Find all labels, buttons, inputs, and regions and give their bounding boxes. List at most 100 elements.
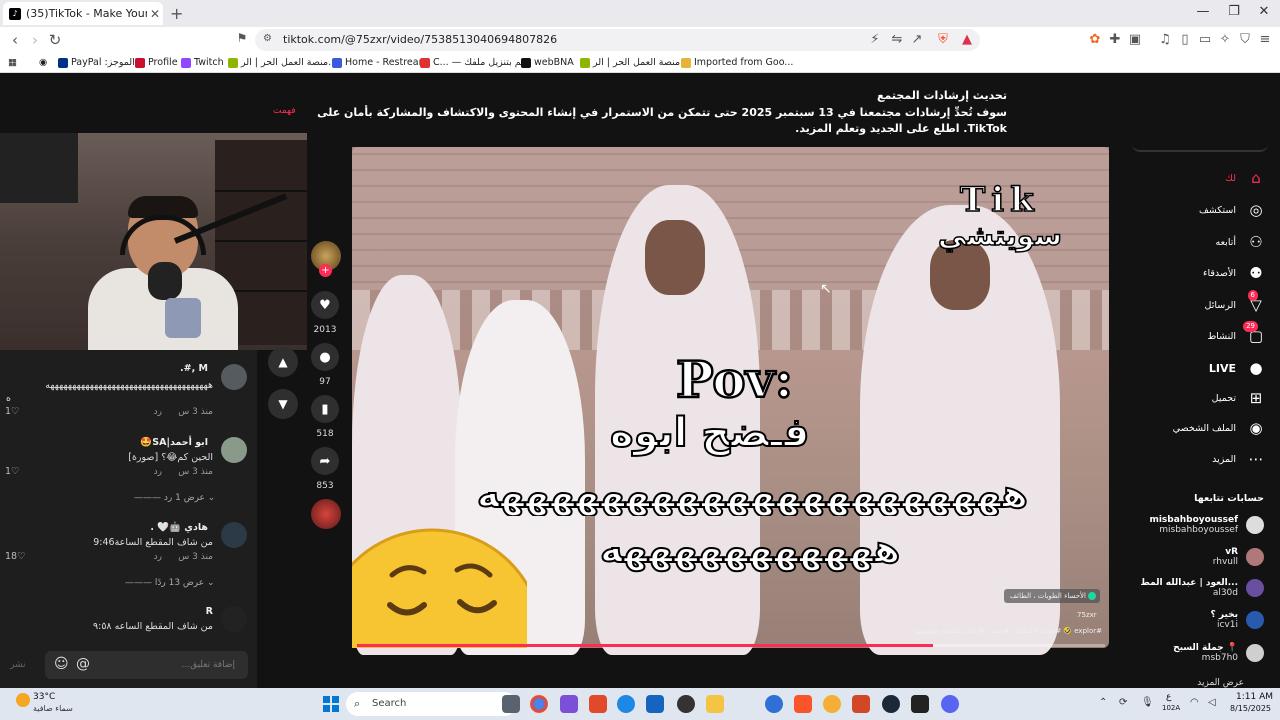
task-view-icon[interactable] [502,695,520,713]
steam-icon[interactable] [882,695,900,713]
comment-avatar[interactable] [221,437,247,463]
new-tab-button[interactable]: + [170,4,183,23]
apps-grid-icon[interactable]: ▦ [8,57,17,68]
bookmark-item[interactable]: Imported from Goo... [681,57,793,68]
mention-icon[interactable]: @ [76,656,90,672]
music-icon[interactable]: ♫ [1156,32,1174,47]
url-text[interactable]: tiktok.com/@75zxr/video/7538513040694807… [283,33,557,46]
sound-disc-icon[interactable] [311,499,341,529]
emoji-icon[interactable]: ☺ [54,656,69,672]
comment-author[interactable]: ابو أحمد|SA🤩 [140,437,208,448]
sidebar-item-1[interactable]: ◎ استكشف [1199,200,1266,220]
sidebar-item-0[interactable]: ⌂ لك [1225,168,1266,188]
comment-likes[interactable]: 1♡ [5,406,20,417]
discord-icon[interactable] [941,695,959,713]
chrome-icon[interactable] [530,695,548,713]
tab-close-icon[interactable]: ✕ [147,7,163,21]
notice-dismiss-button[interactable]: فهمت [273,106,296,116]
bookmark-globe-icon[interactable]: ◉ [39,57,47,68]
sidebar-item-6[interactable]: ● LIVE [1209,358,1266,378]
comment-reply-button[interactable]: رد [154,407,162,417]
reload-icon[interactable]: ↻ [46,31,64,49]
view-replies-button[interactable]: ⌄ عرض 1 رد ——— [134,493,215,503]
input-language[interactable]: ع [1166,692,1171,702]
comment-reply-button[interactable]: رد [154,552,162,562]
translate-icon[interactable]: ⚡ [866,32,884,47]
bookmark-item[interactable]: PayPal :الموجز [58,57,135,68]
comment-author[interactable]: M ,#. [180,363,208,374]
leo-ai-icon[interactable]: ✧ [1216,32,1234,47]
brave-shield-icon[interactable]: ⛨ [934,32,952,47]
comment-author[interactable]: R [206,606,213,617]
post-comment-button[interactable]: نشر [10,660,26,670]
see-more-following[interactable]: عرض المزيد [1197,678,1244,688]
maximize-icon[interactable]: ❐ [1224,4,1244,19]
minimize-icon[interactable]: — [1193,4,1213,19]
following-account[interactable]: vR rhvull [1213,547,1264,567]
back-icon[interactable]: ‹ [6,31,24,49]
bookmark-item[interactable]: webBNA [521,57,574,68]
copilot-icon[interactable] [560,695,578,713]
bookmark-item[interactable]: Profile [135,57,178,68]
comment-likes[interactable]: 1♡ [5,466,20,477]
sidebar-item-2[interactable]: ⚇ أتابعه [1216,232,1267,252]
sidebar-item-7[interactable]: ⊞ تحميل [1212,388,1266,408]
app-icon[interactable] [911,695,929,713]
following-account[interactable]: misbahboyoussef misbahboyoussef [1149,515,1264,535]
sidebar-item-8[interactable]: ◉ الملف الشخصي [1173,418,1266,438]
following-account[interactable]: بخير ؟ icv1i [1211,610,1264,630]
forward-icon[interactable]: › [26,31,44,49]
brave-icon[interactable] [794,695,812,713]
tray-mic-icon[interactable]: 🎙 [1141,697,1154,708]
comment-avatar[interactable] [221,364,247,390]
save-button[interactable]: ▮ [311,395,339,423]
windows-start-icon[interactable] [322,695,340,713]
comment-avatar[interactable] [221,606,247,632]
store-icon[interactable] [646,695,664,713]
share-button[interactable]: ➦ [311,447,339,475]
site-info-icon[interactable]: ⚙ [263,33,272,44]
browser-tab[interactable]: ♪ (35)TikTok - Make Your Day ✕ [3,2,163,25]
sidebar-item-9[interactable]: ⋯ المزيد [1212,449,1266,469]
bookmark-item[interactable]: منصة العمل الحر | الر... [580,57,689,68]
tray-sync-icon[interactable]: ⟳ [1119,697,1127,708]
brave-rewards-icon[interactable]: ▲ [958,32,976,47]
screenshot-icon[interactable]: ▣ [1126,32,1144,47]
app-icon[interactable] [765,695,783,713]
tray-chevron-icon[interactable]: ⌃ [1099,697,1107,708]
sidebar-icon[interactable]: ▯ [1176,32,1194,47]
comment-button[interactable]: ● [311,343,339,371]
next-video-button[interactable]: ▼ [268,389,298,419]
clock-time[interactable]: 1:11 AM [1236,692,1273,702]
wallet-icon[interactable]: ▭ [1196,32,1214,47]
comment-author[interactable]: هادي 🤖🤍 . [150,522,208,533]
location-tag[interactable]: الأحساء الطوبات ، الطائف [1004,589,1100,603]
extensions-puzzle-icon[interactable]: ✚ [1106,32,1124,47]
previous-video-button[interactable]: ▲ [268,347,298,377]
weather-temp[interactable]: 33°C [33,692,55,702]
bookmark-item[interactable]: منصة العمل الحر | الر... [228,57,337,68]
window-close-icon[interactable]: ✕ [1254,4,1274,19]
app-icon[interactable] [852,695,870,713]
obs-icon[interactable] [677,695,695,713]
following-account[interactable]: جملة السبح 📍 msb7h0 [1173,643,1264,663]
follow-plus-icon[interactable]: + [319,264,332,277]
bookmark-item[interactable]: Twitch [181,57,224,68]
wifi-icon[interactable]: ◠ [1190,697,1199,708]
weather-sun-icon[interactable] [16,693,30,707]
volume-icon[interactable]: ◁ [1208,697,1216,708]
vpn-icon[interactable]: ⛉ [1236,32,1254,47]
bookmark-icon[interactable]: ⚑ [233,31,251,45]
sidebar-item-4[interactable]: ▽ الرسائل 6 [1205,290,1266,315]
sidebar-item-5[interactable]: ▢ النشاط 29 [1207,321,1266,346]
reader-icon[interactable]: ⇋ [888,32,906,47]
comment-reply-button[interactable]: رد [154,467,162,477]
following-account[interactable]: العود | عبدالله المط... al30d [1140,578,1264,598]
edge-icon[interactable] [617,695,635,713]
adobe-icon[interactable] [589,695,607,713]
view-replies-button[interactable]: ⌄ عرض 13 ردًا ——— [125,578,215,588]
comment-avatar[interactable] [221,522,247,548]
bookmark-item[interactable]: C... — قم بتنزيل ملفك [420,57,526,68]
file-explorer-icon[interactable] [706,695,724,713]
extension-icon[interactable]: ✿ [1086,32,1104,47]
